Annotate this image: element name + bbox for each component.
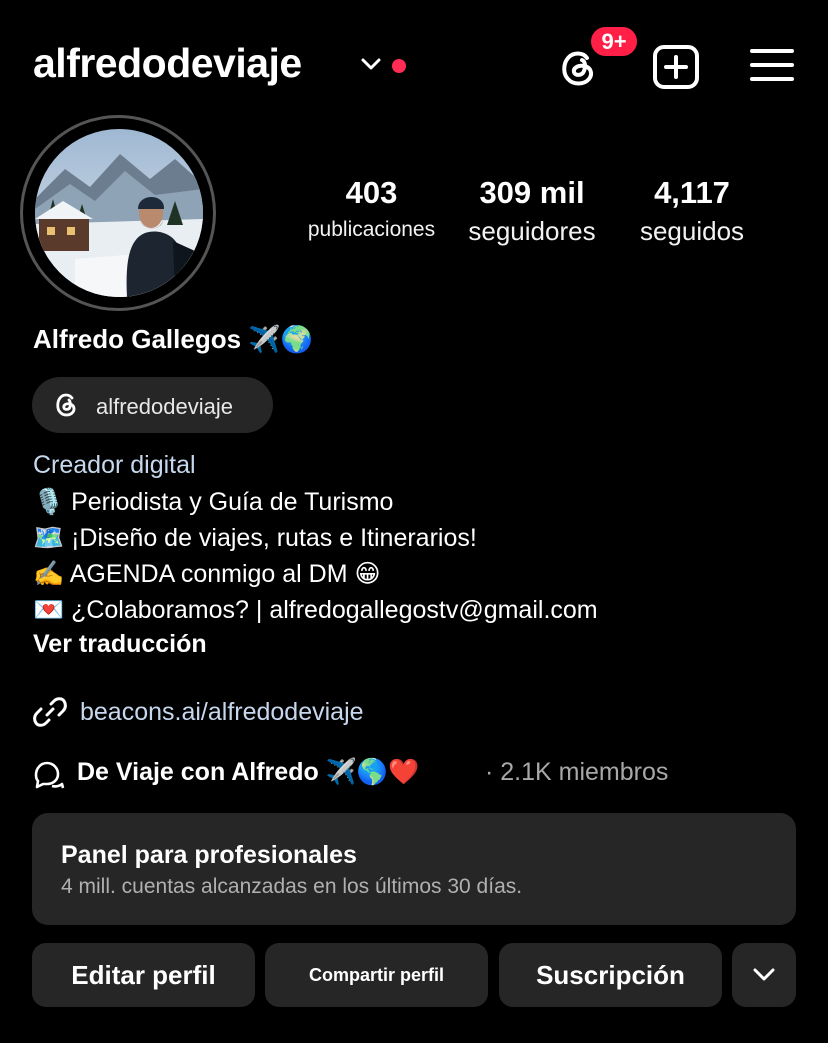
stat-followers[interactable]: 309 mil seguidores <box>458 175 606 251</box>
full-name: Alfredo Gallegos ✈️🌍 <box>33 324 314 354</box>
share-profile-button[interactable]: Compartir perfil <box>265 943 488 1007</box>
subscription-button[interactable]: Suscripción <box>499 943 722 1007</box>
chevron-down-icon <box>753 968 775 981</box>
hamburger-menu-icon[interactable] <box>750 47 794 83</box>
channel-members: · 2.1K miembros <box>485 758 669 786</box>
bio-line: 🗺️ ¡Diseño de viajes, rutas e Itinerario… <box>33 524 477 552</box>
chevron-down-icon[interactable] <box>360 56 382 72</box>
stat-posts[interactable]: 403 publicaciones <box>301 175 442 249</box>
account-category: Creador digital <box>33 451 196 479</box>
bio-line: ✍️ AGENDA conmigo al DM 😁 <box>33 560 381 588</box>
notification-badge[interactable]: 9+ <box>588 24 640 59</box>
username[interactable]: alfredodeviaje <box>33 40 302 87</box>
broadcast-channel-icon <box>34 761 65 789</box>
stat-posts-label: publicaciones <box>307 218 436 241</box>
stat-following-label: seguidos <box>639 216 745 246</box>
stat-following[interactable]: 4,117 seguidos <box>630 175 754 251</box>
bio-line[interactable]: 💌 ¿Colaboramos? | alfredogallegostv@gmai… <box>33 592 598 628</box>
bio-link-text: beacons.ai/alfredodeviaje <box>80 698 364 726</box>
suggested-accounts-button[interactable] <box>732 943 796 1007</box>
stat-following-value: 4,117 <box>654 175 730 210</box>
edit-profile-button[interactable]: Editar perfil <box>32 943 255 1007</box>
avatar-photo <box>35 129 203 297</box>
stat-followers-label: seguidores <box>468 216 596 246</box>
dashboard-title: Panel para profesionales <box>61 841 357 869</box>
unread-dot <box>392 59 406 73</box>
link-icon <box>33 697 67 727</box>
plus-square-icon[interactable] <box>652 44 700 90</box>
threads-icon <box>56 393 76 417</box>
see-translation-link[interactable]: Ver traducción <box>33 630 207 659</box>
threads-profile-chip[interactable]: alfredodeviaje <box>32 377 273 433</box>
threads-handle: alfredodeviaje <box>96 394 233 419</box>
stat-followers-value: 309 mil <box>479 175 585 210</box>
avatar[interactable] <box>35 129 203 297</box>
channel-name: De Viaje con Alfredo ✈️🌎❤️ <box>77 758 420 786</box>
dashboard-subtitle: 4 mill. cuentas alcanzadas en los último… <box>61 875 523 898</box>
bio-line: 🎙️ Periodista y Guía de Turismo <box>33 488 394 516</box>
stat-posts-value: 403 <box>345 175 398 210</box>
bio: 🎙️ Periodista y Guía de Turismo 🗺️ ¡Dise… <box>33 484 598 628</box>
professional-dashboard[interactable]: Panel para profesionales 4 mill. cuentas… <box>32 813 796 925</box>
